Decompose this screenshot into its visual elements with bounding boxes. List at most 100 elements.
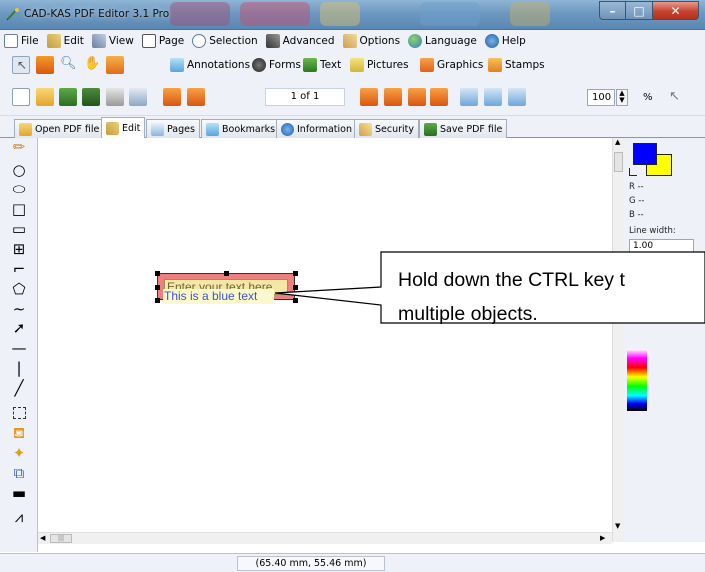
minimize-icon: – — [609, 3, 616, 18]
forms-button[interactable]: Forms — [252, 58, 301, 72]
properties-panel: R -- G -- B -- Line width: 1.00 — [624, 138, 705, 542]
table-tool[interactable]: ⊞ — [9, 240, 29, 258]
crop-tool[interactable]: ⧉ — [9, 464, 29, 482]
resize-handle-top-left[interactable] — [155, 271, 160, 276]
ellipse-tool[interactable]: ⬭ — [9, 180, 29, 198]
foreground-color-swatch[interactable] — [633, 143, 657, 165]
arrow-cursor-icon: ↖ — [17, 58, 28, 72]
text-button[interactable]: Text — [303, 58, 341, 72]
wave-tool[interactable]: ∼ — [9, 300, 29, 318]
document-canvas[interactable] — [38, 138, 614, 542]
color-palette[interactable] — [627, 349, 647, 411]
caret-icon: ⩘ — [14, 507, 24, 526]
first-page-button[interactable] — [163, 88, 181, 106]
pencil-tool[interactable]: ✏ — [9, 138, 29, 156]
zoom-input[interactable]: 100 — [587, 89, 615, 106]
hand-tool-button[interactable]: ✋ — [82, 56, 100, 74]
menu-selection[interactable]: Selection — [192, 34, 258, 48]
menu-view[interactable]: View — [91, 34, 134, 48]
tab-edit[interactable]: Edit — [101, 117, 146, 139]
graphics-button[interactable]: Graphics — [420, 58, 483, 72]
tab-pages[interactable]: Pages — [146, 119, 200, 138]
vertical-line-tool[interactable]: | — [9, 359, 29, 377]
vertical-scrollbar[interactable]: ▲ ▼ — [612, 138, 624, 542]
zoom-spinner[interactable]: ▲ ▼ — [616, 89, 628, 106]
fit-page-button[interactable] — [484, 88, 502, 106]
next-page-button[interactable] — [360, 88, 378, 106]
rectangle-tool[interactable]: □ — [9, 200, 29, 218]
tab-security[interactable]: Security — [354, 119, 420, 138]
open-folder-button[interactable] — [36, 88, 54, 106]
resize-handle-middle-left[interactable] — [155, 285, 160, 290]
menu-page[interactable]: Page — [141, 34, 184, 48]
tab-information[interactable]: Information — [276, 119, 357, 138]
redo-button[interactable] — [430, 88, 448, 106]
resize-handle-middle-right[interactable] — [293, 285, 298, 290]
menu-language[interactable]: Language — [408, 34, 477, 48]
save-disk-icon — [424, 122, 437, 136]
save-as-button[interactable] — [82, 88, 100, 106]
actual-size-button[interactable] — [460, 88, 478, 106]
pictures-button[interactable]: Pictures — [350, 58, 409, 72]
email-button[interactable] — [129, 88, 147, 106]
magic-wand-tool[interactable]: ✦ — [9, 444, 29, 462]
annotations-button[interactable]: Annotations — [170, 58, 250, 72]
menu-options[interactable]: Options — [342, 34, 400, 48]
maximize-button[interactable]: □ — [626, 1, 653, 20]
forms-label: Forms — [269, 59, 301, 71]
horizontal-line-tool[interactable]: — — [9, 339, 29, 357]
resize-handle-bottom-right[interactable] — [293, 298, 298, 303]
zoom-unit-label: % — [643, 92, 653, 103]
rounded-rectangle-tool[interactable]: ▭ — [9, 220, 29, 238]
menu-edit[interactable]: Edit — [46, 34, 84, 48]
new-document-button[interactable] — [12, 88, 30, 106]
menu-file[interactable]: File — [4, 34, 39, 48]
tab-bookmarks-label: Bookmarks — [222, 123, 276, 135]
stroke-tool[interactable]: ⩘ — [9, 508, 29, 526]
line-width-input[interactable]: 1.00 — [629, 239, 694, 253]
blue-text-object[interactable]: This is a blue text — [163, 289, 274, 304]
close-button[interactable]: ✕ — [653, 1, 699, 20]
tab-bookmarks[interactable]: Bookmarks — [201, 119, 281, 138]
thick-line-icon: ▬ — [11, 483, 27, 502]
line-width-tool[interactable]: ▬ — [9, 484, 29, 502]
select-tool-button[interactable]: ↖ — [12, 56, 30, 74]
last-page-button[interactable] — [384, 88, 402, 106]
menu-file-label: File — [21, 35, 39, 47]
menu-advanced[interactable]: Advanced — [265, 34, 335, 48]
menu-help[interactable]: Help — [484, 34, 526, 48]
text-icon — [303, 58, 317, 72]
horizontal-scroll-thumb[interactable]: ||| — [50, 534, 72, 543]
tab-save-pdf-file[interactable]: Save PDF file — [419, 119, 508, 138]
polygon-tool[interactable]: ⬠ — [9, 280, 29, 298]
selection-icon — [192, 34, 207, 48]
tab-open-pdf-file[interactable]: Open PDF file — [14, 119, 105, 138]
resize-handle-top-center[interactable] — [224, 271, 229, 276]
warning-tool-button[interactable] — [106, 56, 124, 74]
stamps-button[interactable]: Stamps — [488, 58, 545, 72]
polyline-tool[interactable]: ⌐ — [9, 260, 29, 278]
marquee-select-tool[interactable] — [9, 404, 29, 422]
resize-handle-top-right[interactable] — [293, 271, 298, 276]
previous-page-button[interactable] — [187, 88, 205, 106]
edit-object-button[interactable] — [36, 56, 54, 74]
app-logo-icon — [6, 8, 19, 21]
print-button[interactable] — [106, 88, 124, 106]
fit-width-button[interactable] — [508, 88, 526, 106]
page-indicator[interactable]: 1 of 1 — [265, 88, 345, 106]
tab-open-pdf-file-label: Open PDF file — [35, 123, 100, 135]
circle-tool[interactable]: ○ — [9, 161, 29, 179]
undo-button[interactable] — [408, 88, 426, 106]
minimize-button[interactable]: – — [599, 1, 626, 20]
save-button[interactable] — [59, 88, 77, 106]
diagonal-line-tool[interactable]: ╱ — [9, 379, 29, 397]
zoom-tool-button[interactable]: 🔍︎ — [59, 56, 77, 74]
resize-handle-bottom-left[interactable] — [155, 298, 160, 303]
arrow-tool[interactable]: ➚ — [9, 319, 29, 337]
fill-tool[interactable]: ⛾ — [9, 424, 29, 442]
horizontal-scrollbar[interactable]: ◀ ||| ▶ — [38, 532, 612, 544]
pencil-icon — [106, 122, 119, 135]
blue-value-label: B -- — [629, 210, 644, 220]
vertical-scroll-thumb[interactable] — [614, 152, 623, 172]
swap-colors-icon[interactable] — [629, 168, 637, 176]
